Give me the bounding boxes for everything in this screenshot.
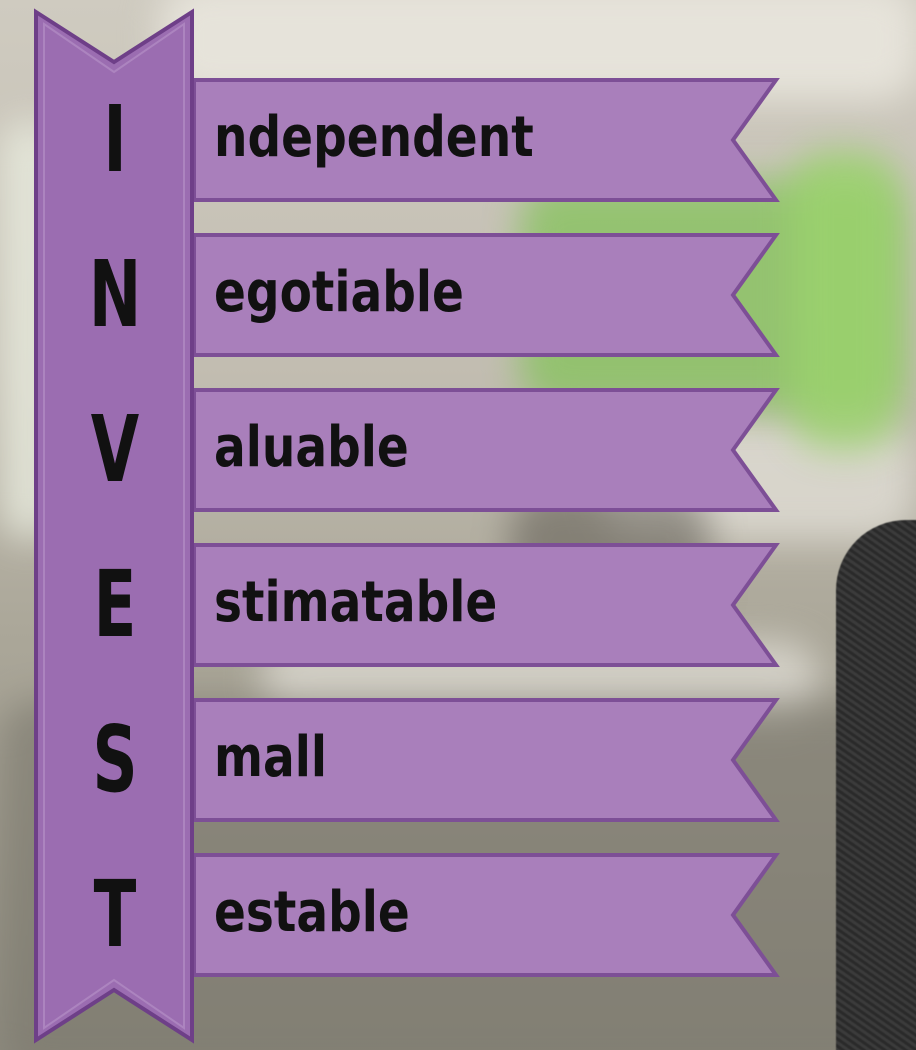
ribbons: [192, 78, 780, 977]
ribbon-word-small: mall: [214, 725, 328, 790]
invest-letter-v: V: [90, 396, 140, 503]
invest-letter-t: T: [93, 861, 137, 968]
ribbon-word-estimatable: stimatable: [214, 570, 498, 635]
ribbon-word-independent: ndependent: [214, 105, 534, 170]
invest-letter-s: S: [92, 706, 138, 813]
ribbon-word-negotiable: egotiable: [214, 260, 464, 325]
invest-letter-n: N: [88, 241, 142, 348]
invest-letter-i: I: [103, 86, 127, 193]
ribbon-word-testable: estable: [214, 880, 410, 945]
ribbon-word-valuable: aluable: [214, 415, 409, 480]
invest-letter-e: E: [93, 551, 137, 658]
